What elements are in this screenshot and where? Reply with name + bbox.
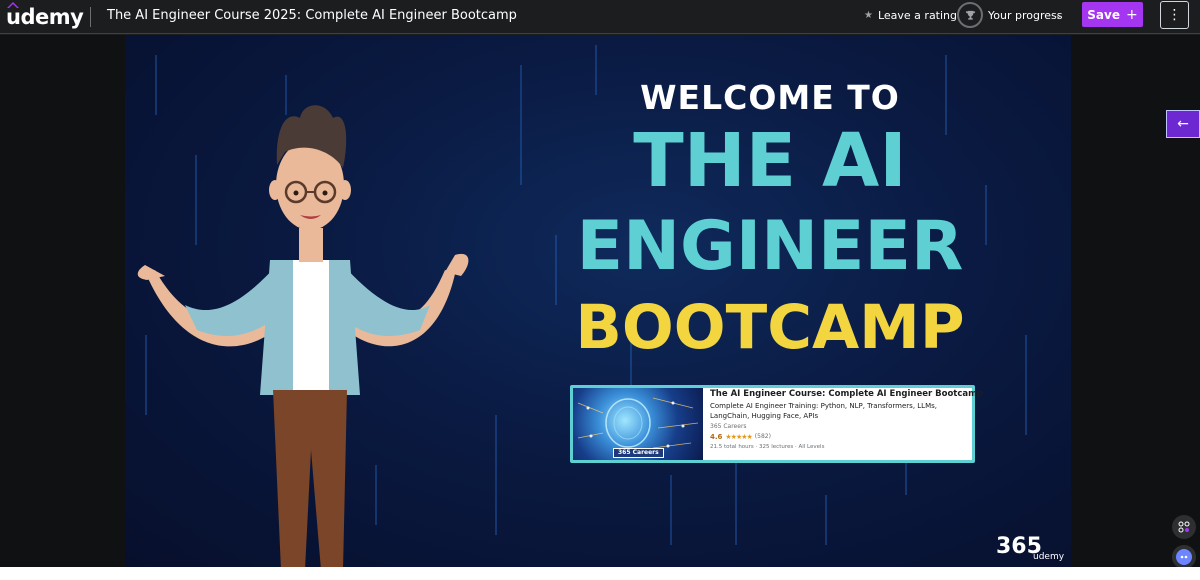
apps-button[interactable] <box>1172 515 1196 539</box>
logo-text: udemy <box>6 5 84 29</box>
presenter-character <box>137 105 469 567</box>
course-card-meta: 21.5 total hours · 325 lectures · All Le… <box>710 444 825 450</box>
title-line-bootcamp: BOOTCAMP <box>575 292 965 363</box>
course-card-subtitle: Complete AI Engineer Training: Python, N… <box>710 402 937 420</box>
course-card-body: The AI Engineer Course: Complete AI Engi… <box>710 389 984 452</box>
title-line-the-ai: THE AI <box>633 118 907 204</box>
video-player[interactable]: WELCOME TO THE AI ENGINEER BOOTCAMP 365 … <box>125 35 1071 567</box>
more-options-button[interactable]: ⋮ <box>1160 1 1189 29</box>
header-divider <box>90 7 91 27</box>
course-card-author: 365 Careers <box>710 423 747 430</box>
rating-count: (582) <box>754 433 771 440</box>
open-sidebar-button[interactable]: ← <box>1166 110 1200 138</box>
ai-assistant-button[interactable] <box>1172 545 1196 569</box>
video-stage: WELCOME TO THE AI ENGINEER BOOTCAMP 365 … <box>0 35 1200 580</box>
chevron-down-icon[interactable]: ⌄ <box>1055 8 1062 24</box>
progress-ring[interactable] <box>957 2 983 28</box>
course-card-rating: 4.6 ★★★★★ (582) <box>710 432 975 442</box>
udemy-watermark: udemy <box>1033 552 1065 562</box>
rating-value: 4.6 <box>710 433 723 441</box>
top-bar: udemy The AI Engineer Course 2025: Compl… <box>0 0 1200 34</box>
course-title[interactable]: The AI Engineer Course 2025: Complete AI… <box>107 7 517 25</box>
thumbnail-brand-label: 365 Careers <box>613 448 664 458</box>
course-thumbnail: 365 Careers <box>573 388 703 460</box>
course-card: 365 Careers The AI Engineer Course: Comp… <box>570 385 984 463</box>
course-card-title: The AI Engineer Course: Complete AI Engi… <box>710 389 984 399</box>
trophy-icon <box>965 10 975 20</box>
leave-rating-button[interactable]: ★ Leave a rating <box>864 7 957 25</box>
title-line-engineer: ENGINEER <box>576 207 964 286</box>
bottom-strip <box>0 567 1200 580</box>
assistant-face-icon <box>1176 549 1192 565</box>
your-progress-button[interactable]: Your progress <box>988 7 1062 25</box>
arrow-left-icon: ← <box>1177 116 1189 132</box>
leave-rating-label: Leave a rating <box>877 9 958 22</box>
plus-icon: + <box>1125 6 1138 23</box>
star-icon: ★ <box>864 10 873 21</box>
save-button[interactable]: Save + <box>1082 2 1143 27</box>
save-button-label: Save <box>1087 7 1120 22</box>
welcome-heading: WELCOME TO <box>640 78 900 117</box>
udemy-logo[interactable]: udemy <box>6 2 84 29</box>
logo-hat-icon <box>7 2 19 8</box>
more-vertical-icon: ⋮ <box>1167 7 1182 23</box>
apps-icon <box>1178 521 1190 533</box>
rating-stars-icon: ★★★★★ <box>725 433 752 441</box>
